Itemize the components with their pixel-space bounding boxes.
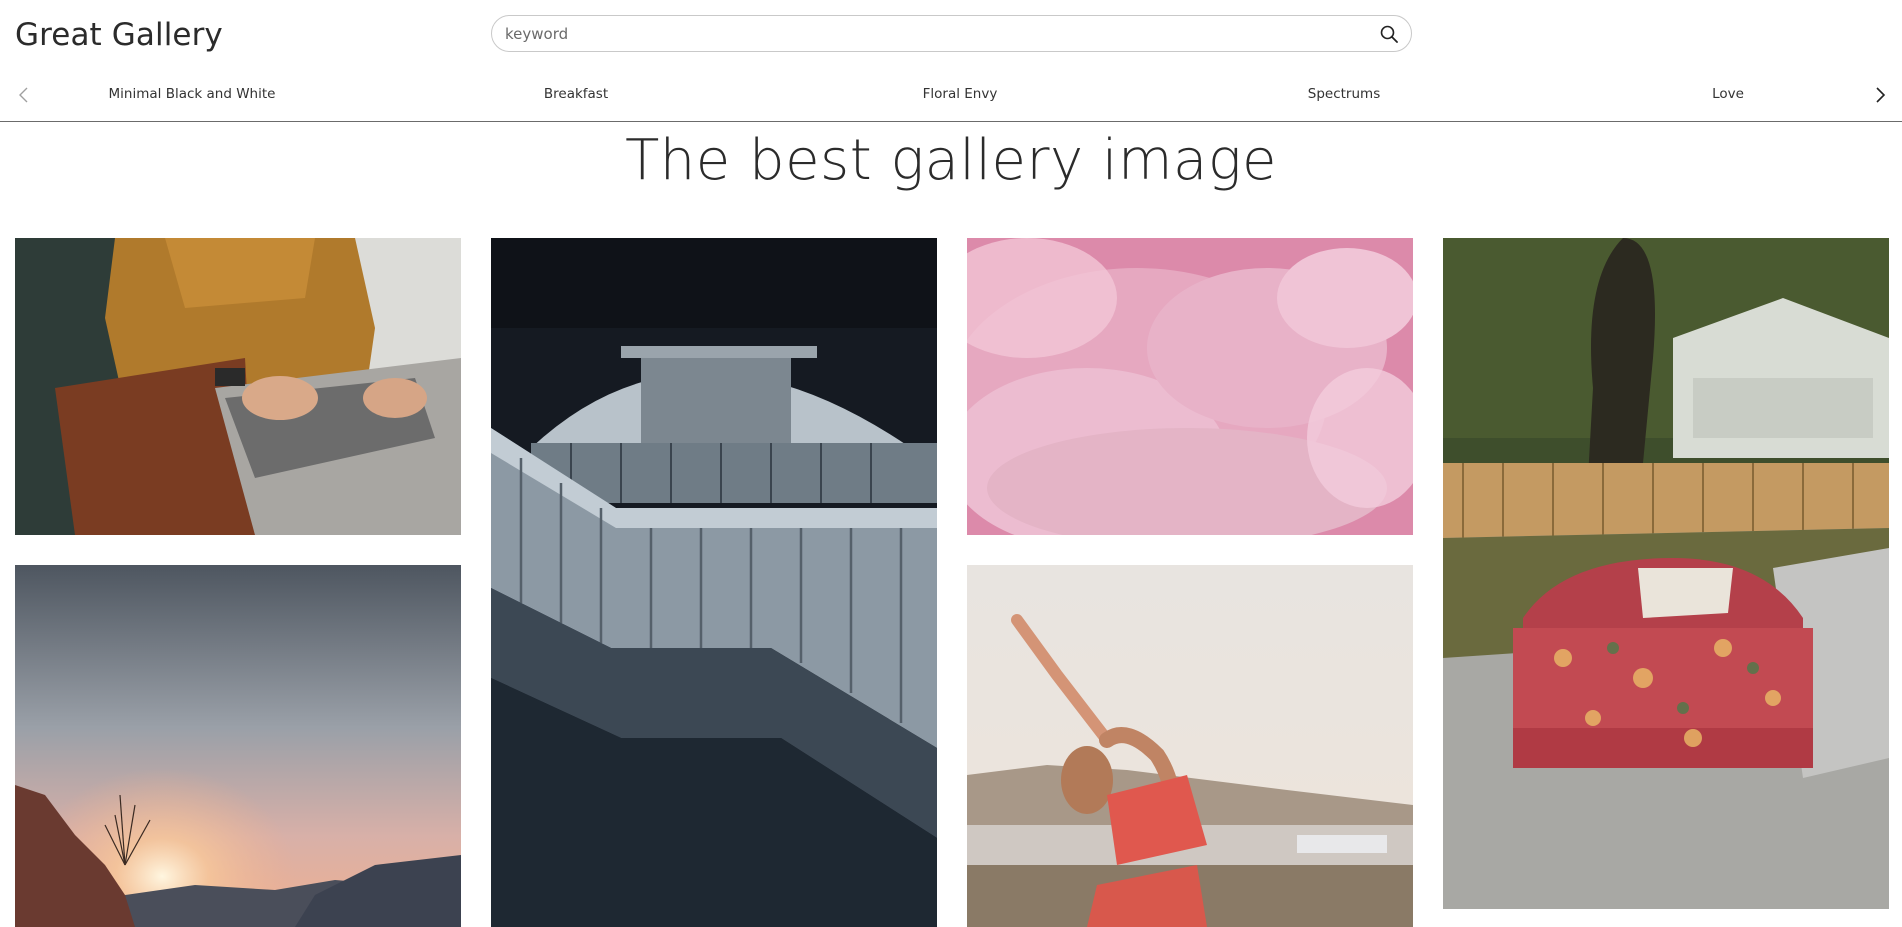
gallery-image-free-couch[interactable]: [1443, 238, 1889, 909]
search-bar[interactable]: [491, 15, 1412, 52]
category-love[interactable]: Love: [1712, 86, 1744, 102]
header: Great Gallery Minimal Black and White Br…: [0, 0, 1902, 122]
category-breakfast[interactable]: Breakfast: [544, 86, 608, 102]
search-icon[interactable]: [1379, 24, 1399, 44]
category-spectrums[interactable]: Spectrums: [1308, 86, 1380, 102]
category-minimal-black-and-white[interactable]: Minimal Black and White: [109, 86, 276, 102]
gallery-image-staircase[interactable]: [491, 238, 937, 927]
category-floral-envy[interactable]: Floral Envy: [923, 86, 998, 102]
app-title[interactable]: Great Gallery: [15, 17, 223, 53]
search-input[interactable]: [505, 16, 1365, 51]
gallery-image-yoga[interactable]: [967, 565, 1413, 927]
gallery-image-sunset[interactable]: [15, 565, 461, 927]
gallery-image-pink-smoke[interactable]: [967, 238, 1413, 535]
gallery-image-laptop[interactable]: [15, 238, 461, 535]
chevron-right-icon[interactable]: [1872, 86, 1888, 104]
page-heading: The best gallery image: [625, 128, 1277, 193]
chevron-left-icon[interactable]: [16, 86, 32, 104]
